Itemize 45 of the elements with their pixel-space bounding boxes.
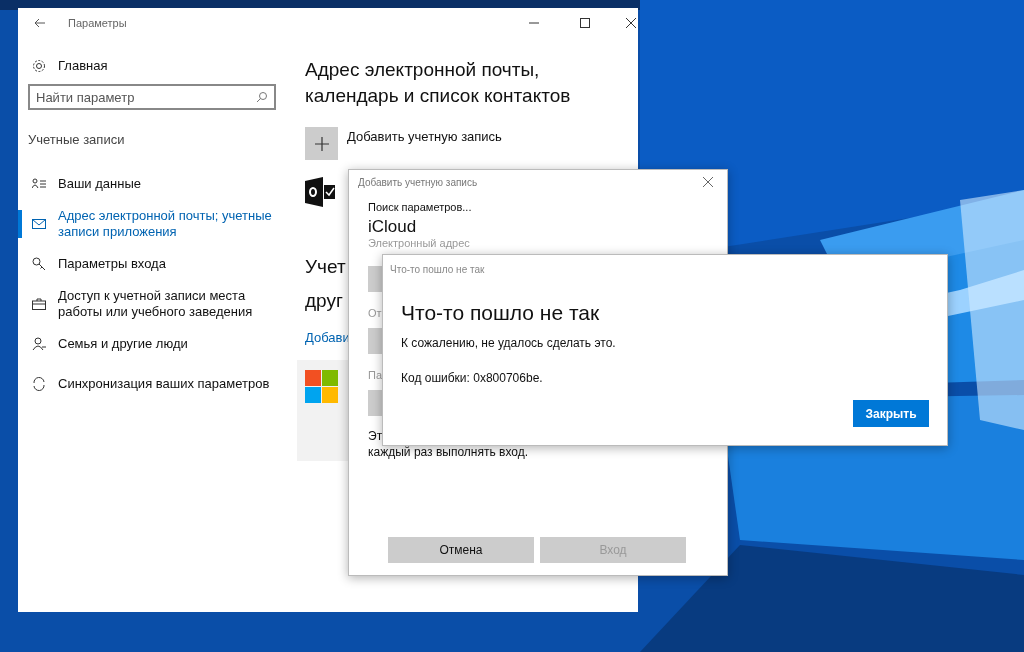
field-label: Па	[368, 368, 383, 382]
sidebar-item[interactable]: Адрес электронной почты; учетные записи приложения	[58, 207, 288, 240]
note-text: Эт	[368, 428, 383, 444]
note-text: каждый раз выполнять вход.	[368, 444, 529, 460]
plus-icon	[314, 136, 329, 151]
mail-icon	[32, 218, 46, 229]
sync-icon	[32, 376, 46, 391]
sidebar-item[interactable]: Ваши данные	[58, 175, 288, 192]
close-button[interactable]: Закрыть	[853, 400, 929, 427]
section-heading: друг	[305, 289, 343, 313]
close-icon[interactable]	[703, 177, 713, 187]
window-title: Параметры	[68, 15, 127, 31]
key-icon	[32, 256, 46, 271]
dialog-title: Добавить учетную запись	[358, 175, 478, 190]
search-field[interactable]: Найти параметр	[28, 84, 276, 110]
briefcase-icon	[32, 297, 46, 310]
sidebar-item[interactable]: Семья и другие люди	[58, 335, 288, 352]
sidebar-item[interactable]: Доступ к учетной записи места работы или учебного заведения	[58, 287, 288, 320]
person-icon	[32, 336, 46, 351]
section-heading: Учет	[305, 255, 346, 279]
settings-icon	[32, 59, 46, 73]
back-arrow-icon[interactable]	[34, 18, 46, 28]
add-account-label[interactable]: Добавить учетную запись	[347, 127, 502, 145]
home-link[interactable]: Главная	[58, 56, 108, 76]
status-text: Поиск параметров...	[368, 200, 473, 215]
section-heading: Учетные записи	[28, 131, 126, 149]
field-label: Электронный адрес	[368, 236, 470, 250]
four-squares-logo-icon	[305, 369, 338, 403]
sidebar-item[interactable]: Параметры входа	[58, 255, 288, 272]
person-list-icon	[32, 177, 46, 190]
dialog-button[interactable]: Отмена	[388, 537, 534, 563]
provider-name: iCloud	[368, 215, 418, 238]
add-link[interactable]: Добави	[305, 328, 348, 348]
mail-app-icon	[305, 177, 335, 207]
page-heading: Адрес электронной почты, календарь и список контактов	[305, 58, 572, 108]
search-icon	[256, 91, 268, 103]
close-icon[interactable]	[626, 18, 636, 28]
error-code: Код ошибки: 0x800706be.	[401, 370, 543, 387]
sidebar-item[interactable]: Синхронизация ваших параметров	[58, 375, 288, 392]
field-label: От	[368, 306, 382, 320]
dialog-title: Что-то пошло не так	[390, 263, 485, 277]
add-account-button[interactable]	[305, 127, 338, 160]
maximize-icon[interactable]	[580, 18, 590, 28]
error-heading: Что-то пошло не так	[401, 300, 600, 326]
error-message: К сожалению, не удалось сделать это.	[401, 335, 616, 352]
